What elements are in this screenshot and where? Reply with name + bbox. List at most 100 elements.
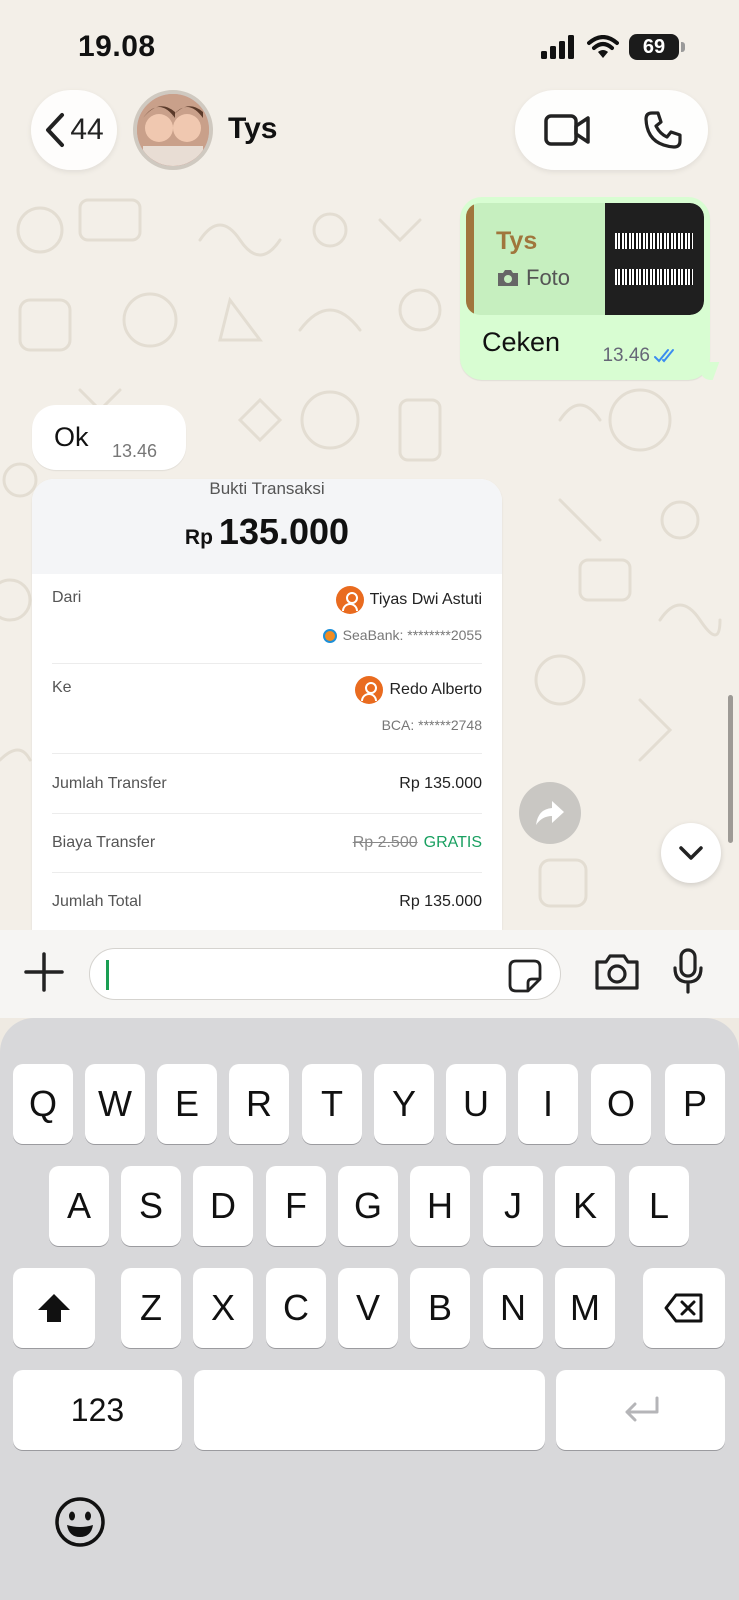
receipt-row-transfer: Jumlah Transfer Rp 135.000 <box>52 754 482 814</box>
receipt-row-from: Dari Tiyas Dwi Astuti SeaBank: ********2… <box>52 574 482 664</box>
return-key[interactable] <box>556 1370 725 1450</box>
key-v[interactable]: V <box>338 1268 398 1348</box>
key-c[interactable]: C <box>266 1268 326 1348</box>
key-s[interactable]: S <box>121 1166 181 1246</box>
read-receipt-icon <box>654 349 674 363</box>
key-b[interactable]: B <box>410 1268 470 1348</box>
shift-arrow-icon <box>38 1294 70 1322</box>
key-e[interactable]: E <box>157 1064 217 1144</box>
barcode-graphic <box>615 269 693 285</box>
receipt-row-to: Ke Redo Alberto BCA: ******2748 <box>52 664 482 754</box>
to-name: Redo Alberto <box>389 681 482 699</box>
incoming-message-text: Ok <box>54 422 89 452</box>
quoted-message[interactable]: Tys Foto <box>466 203 704 315</box>
quote-author: Tys <box>496 227 538 255</box>
seabank-logo-icon <box>322 629 337 644</box>
receipt-amount: Rp 135.000 <box>32 511 502 553</box>
call-actions <box>515 90 708 170</box>
video-call-icon[interactable] <box>543 110 591 150</box>
to-name-wrap: Redo Alberto <box>355 676 482 704</box>
key-a[interactable]: A <box>49 1166 109 1246</box>
battery-indicator: 69 <box>629 34 685 60</box>
outgoing-message-bubble[interactable]: Tys Foto Ceken 13.46 <box>460 197 710 380</box>
key-r[interactable]: R <box>229 1064 289 1144</box>
transfer-value: Rp 135.000 <box>399 775 482 792</box>
emoji-icon[interactable] <box>54 1496 106 1548</box>
key-t[interactable]: T <box>302 1064 362 1144</box>
from-bank: SeaBank: ********2055 <box>342 627 482 643</box>
person-icon <box>355 676 384 704</box>
key-i[interactable]: I <box>518 1064 578 1144</box>
key-g[interactable]: G <box>338 1166 398 1246</box>
avatar-photo <box>137 94 209 166</box>
quote-type-label: Foto <box>526 265 571 290</box>
total-value: Rp 135.000 <box>399 893 482 910</box>
quote-media-type: Foto <box>496 265 570 291</box>
fee-value-wrap: Rp 2.500 GRATIS <box>353 834 482 852</box>
key-h[interactable]: H <box>410 1166 470 1246</box>
message-time: 13.46 <box>602 345 650 366</box>
cellular-signal-icon <box>541 35 574 59</box>
key-y[interactable]: Y <box>374 1064 434 1144</box>
backspace-key[interactable] <box>643 1268 725 1348</box>
quote-accent-bar <box>466 203 474 315</box>
microphone-icon[interactable] <box>672 948 704 994</box>
return-icon <box>625 1396 658 1422</box>
to-label: Ke <box>52 679 72 696</box>
message-time: 13.46 <box>112 441 158 461</box>
status-time: 19.08 <box>78 30 156 63</box>
key-w[interactable]: W <box>85 1064 145 1144</box>
shift-key[interactable] <box>13 1268 95 1348</box>
incoming-message-bubble[interactable]: Ok 13.46 <box>32 405 186 470</box>
key-k[interactable]: K <box>555 1166 615 1246</box>
scroll-to-bottom-button[interactable] <box>661 823 721 883</box>
key-x[interactable]: X <box>193 1268 253 1348</box>
receipt-amount-value: 135.000 <box>218 511 350 552</box>
from-name: Tiyas Dwi Astuti <box>369 591 482 609</box>
receipt-currency: Rp <box>184 526 213 549</box>
contact-name[interactable]: Tys <box>228 112 277 146</box>
text-caret <box>106 960 109 990</box>
to-bank: BCA: ******2748 <box>381 717 482 733</box>
phone-call-icon[interactable] <box>643 110 683 150</box>
key-m[interactable]: M <box>555 1268 615 1348</box>
outgoing-message-text: Ceken <box>482 327 561 357</box>
transaction-receipt-image[interactable]: Bukti Transaksi Rp 135.000 Dari Tiyas Dwi… <box>32 479 502 930</box>
transfer-label: Jumlah Transfer <box>52 775 167 792</box>
contact-avatar[interactable] <box>133 90 213 170</box>
key-d[interactable]: D <box>193 1166 253 1246</box>
message-input[interactable] <box>89 948 561 1000</box>
fee-label: Biaya Transfer <box>52 834 156 851</box>
numbers-key[interactable]: 123 <box>13 1370 182 1450</box>
key-o[interactable]: O <box>591 1064 651 1144</box>
back-button[interactable]: 44 <box>31 90 117 170</box>
key-z[interactable]: Z <box>121 1268 181 1348</box>
from-name-wrap: Tiyas Dwi Astuti <box>335 586 482 614</box>
from-label: Dari <box>52 589 82 606</box>
receipt-header: Bukti Transaksi Rp 135.000 <box>32 479 502 574</box>
status-bar: 19.08 69 <box>0 0 739 90</box>
quote-image-thumbnail <box>605 203 704 315</box>
backspace-icon <box>664 1293 703 1323</box>
status-icons: 69 <box>541 34 685 60</box>
receipt-row-total: Jumlah Total Rp 135.000 <box>52 873 482 930</box>
forward-button[interactable] <box>519 782 581 844</box>
plus-icon[interactable] <box>24 952 64 992</box>
key-j[interactable]: J <box>483 1166 543 1246</box>
receipt-row-fee: Biaya Transfer Rp 2.500 GRATIS <box>52 814 482 873</box>
fee-free-badge: GRATIS <box>423 834 482 851</box>
space-key[interactable] <box>194 1370 545 1450</box>
chat-scrollbar[interactable] <box>728 695 733 843</box>
sticker-icon[interactable] <box>508 959 542 993</box>
unread-count: 44 <box>70 113 104 146</box>
key-p[interactable]: P <box>665 1064 725 1144</box>
message-meta: 13.46 <box>602 345 680 367</box>
camera-icon[interactable] <box>594 952 640 992</box>
message-input-bar <box>0 930 739 1018</box>
key-l[interactable]: L <box>629 1166 689 1246</box>
key-n[interactable]: N <box>483 1268 543 1348</box>
key-u[interactable]: U <box>446 1064 506 1144</box>
from-bank-wrap: SeaBank: ********2055 <box>322 627 482 644</box>
key-q[interactable]: Q <box>13 1064 73 1144</box>
key-f[interactable]: F <box>266 1166 326 1246</box>
